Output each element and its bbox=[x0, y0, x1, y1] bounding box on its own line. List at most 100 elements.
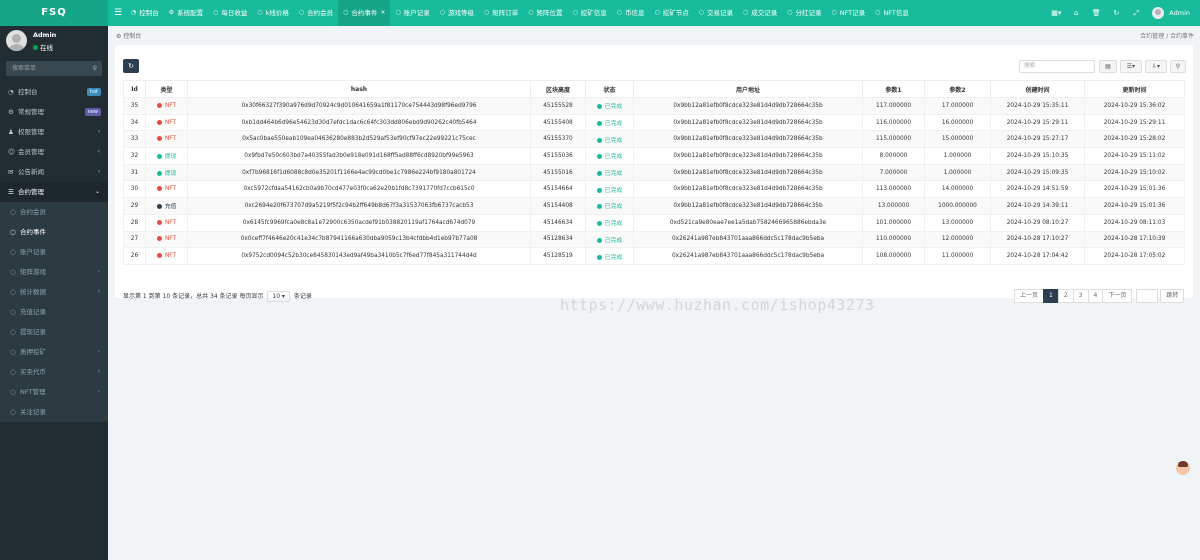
table-search-input[interactable]: 搜索 bbox=[1019, 60, 1095, 73]
page-jump-input[interactable] bbox=[1136, 289, 1159, 303]
tab-12[interactable]: ○ 币信息 bbox=[612, 0, 650, 26]
cell-addr: 0x26241a987eb843701aaa866ddc5c178dac9b5e… bbox=[633, 247, 863, 265]
refresh-icon[interactable]: ↻ bbox=[1106, 9, 1126, 17]
page-4-button[interactable]: 4 bbox=[1087, 289, 1104, 303]
chevron-left-icon: ‹ bbox=[97, 348, 100, 355]
sidebar-subitem-11[interactable]: ○ 关注记录 bbox=[0, 402, 108, 422]
page-1-button[interactable]: 1 bbox=[1043, 289, 1059, 303]
cell-p2: 11.000000 bbox=[924, 247, 991, 265]
toggle-view-button[interactable]: ▤ bbox=[1099, 60, 1117, 73]
tab-17[interactable]: ○ NFT记录 bbox=[826, 0, 870, 26]
table-row[interactable]: 35 NFT 0x30f66327f390a976d9d70924c9d010641… bbox=[123, 97, 1185, 115]
tab-4[interactable]: ○ k线价格 bbox=[252, 0, 294, 26]
table-row[interactable]: 29 充值 0xc2694e20f673707d9a5219f5f2c94b2ff6… bbox=[123, 197, 1185, 215]
floating-avatar[interactable] bbox=[1176, 461, 1190, 475]
sidebar-subitem-4[interactable]: ○ 矩阵游戏 ‹ bbox=[0, 262, 108, 282]
tab-8[interactable]: ○ 游戏等级 bbox=[435, 0, 479, 26]
next-page-button[interactable]: 下一页 bbox=[1102, 289, 1133, 303]
sidebar-subitem-1[interactable]: ○ 合约会员 bbox=[0, 202, 108, 222]
sidebar-subitem-2[interactable]: ○ 合约事件 bbox=[0, 222, 108, 242]
breadcrumb[interactable]: 合约管理 / 合约事件 bbox=[1140, 31, 1194, 40]
table-row[interactable]: 32 提现 0x9fbd7e50c603bd7a40355fad3b0e918e09… bbox=[123, 147, 1185, 165]
tab-7[interactable]: ○ 账户记录 bbox=[390, 0, 434, 26]
status-dot-icon bbox=[596, 154, 602, 160]
tab-14[interactable]: ○ 交易记录 bbox=[694, 0, 738, 26]
sidebar-item-2[interactable]: ⚙ 常规管理 new bbox=[0, 102, 108, 122]
column-header[interactable]: 更新时间 bbox=[1084, 80, 1185, 98]
search-icon[interactable]: ⚲ bbox=[93, 61, 97, 76]
table-row[interactable]: 30 NFT 0xc5972cfdaa54162cb0a9b70cd477e03f0… bbox=[123, 180, 1185, 199]
cell-id: 27 bbox=[123, 230, 146, 249]
chevron-left-icon: ‹ bbox=[97, 128, 100, 135]
sidebar-subitem-3[interactable]: ○ 账户记录 bbox=[0, 242, 108, 262]
sidebar-subitem-10[interactable]: ○ NFT管理 ‹ bbox=[0, 382, 108, 402]
breadcrumb-home[interactable]: ⚙ 控制台 bbox=[116, 31, 141, 40]
tab-15[interactable]: ○ 成交记录 bbox=[738, 0, 782, 26]
close-icon[interactable]: × bbox=[380, 0, 385, 26]
tab-13[interactable]: ○ 挖矿节点 bbox=[649, 0, 693, 26]
column-header[interactable]: 区块高度 bbox=[530, 80, 586, 98]
sidebar-item-5[interactable]: ✉ 公告新闻 ‹ bbox=[0, 162, 108, 182]
sidebar-search-input[interactable]: 搜索菜单 ⚲ bbox=[6, 61, 102, 76]
fullscreen-icon[interactable]: ⤢ bbox=[1126, 9, 1146, 18]
trash-icon[interactable]: 🗑 bbox=[1086, 9, 1106, 17]
table-row[interactable]: 34 NFT 0xb1dd464b6d96e54623d30d7efdc1dac6c… bbox=[123, 113, 1185, 132]
search-toggle-button[interactable]: ⚲ bbox=[1170, 60, 1186, 73]
cell-created: 2024-10-28 17:10:27 bbox=[990, 230, 1085, 249]
cell-updated: 2024-10-29 15:10:02 bbox=[1084, 163, 1185, 182]
refresh-button[interactable]: ↻ bbox=[123, 59, 139, 73]
tab-10[interactable]: ○ 矩阵位置 bbox=[523, 0, 567, 26]
column-header[interactable]: 状态 bbox=[585, 80, 634, 98]
brand-logo[interactable]: FSQ bbox=[0, 0, 108, 26]
tab-6[interactable]: ○ 合约事件 × bbox=[338, 0, 391, 26]
table-row[interactable]: 26 NFT 0x9752cd0094c52b30ce845830143ed9af4… bbox=[123, 247, 1185, 265]
circle-icon: ○ bbox=[10, 328, 16, 336]
table-row[interactable]: 33 NFT 0x5ac0bae550eab109ea04636280e883b2d… bbox=[123, 130, 1185, 149]
column-header[interactable]: 用户地址 bbox=[633, 80, 863, 98]
circle-icon: ○ bbox=[698, 9, 704, 16]
tab-2[interactable]: ⚙ 系统配置 bbox=[164, 0, 208, 26]
tab-1[interactable]: ◔ 控制台 bbox=[126, 0, 164, 26]
circle-icon: ○ bbox=[10, 348, 16, 356]
sidebar-subitem-6[interactable]: ○ 充值记录 bbox=[0, 302, 108, 322]
tab-16[interactable]: ○ 分红记录 bbox=[782, 0, 826, 26]
column-header[interactable]: 类型 bbox=[145, 80, 188, 98]
column-header[interactable]: 参数1 bbox=[862, 80, 925, 98]
tab-3[interactable]: ○ 每日收益 bbox=[208, 0, 252, 26]
sidebar-subitem-8[interactable]: ○ 质押挖矿 ‹ bbox=[0, 342, 108, 362]
circle-icon: ○ bbox=[257, 9, 263, 16]
page-jump-button[interactable]: 跳转 bbox=[1160, 289, 1185, 303]
menu-toggle-icon[interactable]: ☰ bbox=[114, 7, 122, 19]
table-row[interactable]: 27 NFT 0x0ceff7f4646e20c41e34c7b87941166a6… bbox=[123, 230, 1185, 249]
prev-page-button[interactable]: 上一页 bbox=[1014, 289, 1045, 303]
tab-label: NFT记录 bbox=[839, 9, 866, 17]
page-2-button[interactable]: 2 bbox=[1057, 289, 1074, 303]
user-menu[interactable]: Admin bbox=[1146, 7, 1200, 19]
table-row[interactable]: 28 NFT 0x6145fc9969fca0e8c8a1e72900c6350ac… bbox=[123, 213, 1185, 232]
sidebar-subitem-9[interactable]: ○ 买卖代币 ‹ bbox=[0, 362, 108, 382]
tab-5[interactable]: ○ 合约会员 bbox=[294, 0, 338, 26]
columns-button[interactable]: ☰▾ bbox=[1120, 60, 1142, 73]
home-icon[interactable]: ⌂ bbox=[1066, 9, 1086, 17]
column-header[interactable]: hash bbox=[187, 80, 531, 98]
page-3-button[interactable]: 3 bbox=[1072, 289, 1089, 303]
tab-9[interactable]: ○ 矩阵订单 bbox=[479, 0, 523, 26]
column-header[interactable]: 参数2 bbox=[924, 80, 991, 98]
tab-18[interactable]: ○ NFT信息 bbox=[870, 0, 914, 26]
column-header[interactable]: 创建时间 bbox=[990, 80, 1085, 98]
sidebar-item-3[interactable]: ♟ 权限管理 ‹ bbox=[0, 122, 108, 142]
sidebar-item-6[interactable]: ☰ 合约管理 ⌄ bbox=[0, 182, 108, 202]
export-button[interactable]: ⇩▾ bbox=[1145, 60, 1167, 73]
page-size-select[interactable]: 10 ▾ bbox=[267, 291, 290, 302]
sidebar-subitem-7[interactable]: ○ 提现记录 bbox=[0, 322, 108, 342]
sidebar-item-4[interactable]: ☺ 会员管理 ‹ bbox=[0, 142, 108, 162]
column-header[interactable]: Id bbox=[123, 80, 146, 98]
cell-block: 45128519 bbox=[530, 247, 586, 265]
sidebar-subitem-5[interactable]: ○ 统计数据 ‹ bbox=[0, 282, 108, 302]
sidebar-item-1[interactable]: ◔ 控制台 hot bbox=[0, 82, 108, 102]
table-row[interactable]: 31 提现 0xf7b96816f1d6088c8d0e35201f1166e4ac… bbox=[123, 163, 1185, 182]
dropdown-icon[interactable]: ▦▾ bbox=[1046, 9, 1066, 17]
tab-11[interactable]: ○ 挖矿信息 bbox=[567, 0, 611, 26]
cog-icon: ⚙ bbox=[168, 9, 175, 16]
cell-p1: 7.000000 bbox=[862, 163, 925, 182]
